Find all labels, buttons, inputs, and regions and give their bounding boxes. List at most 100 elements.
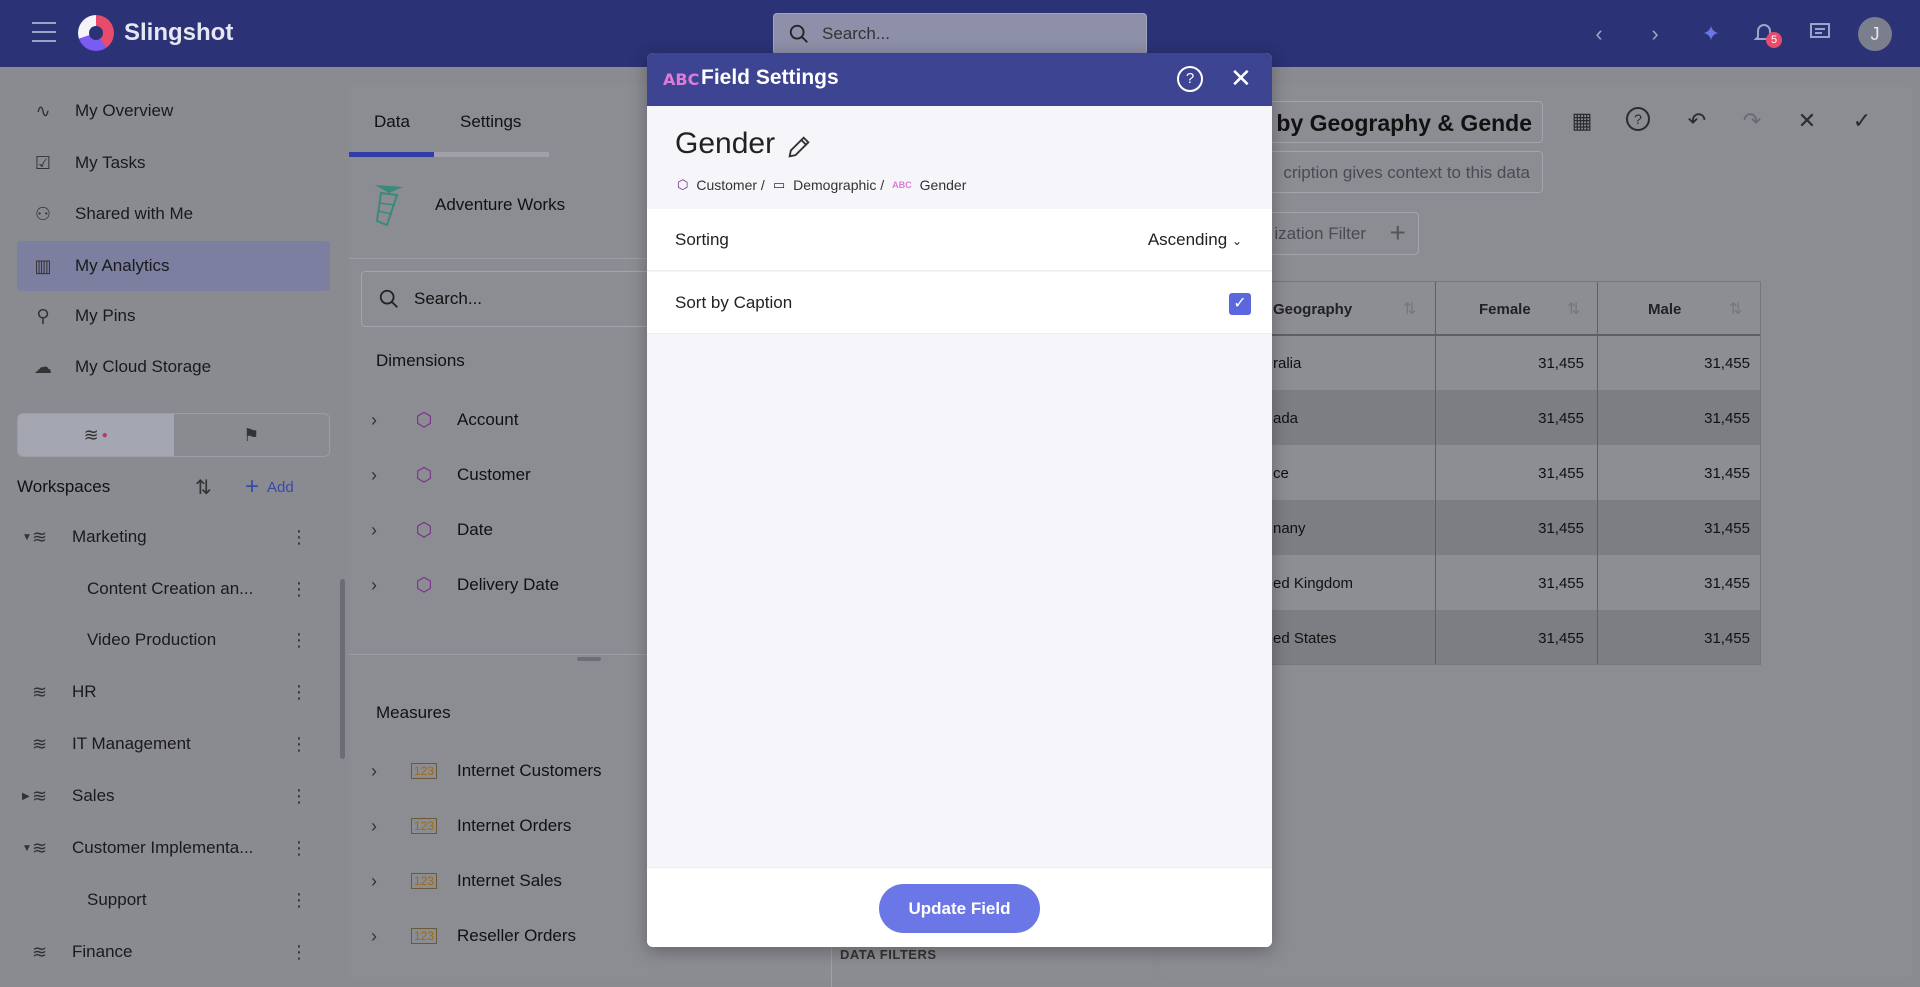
edit-pencil-icon[interactable] (785, 133, 813, 161)
nav-my-tasks[interactable]: ☑ My Tasks (17, 138, 330, 188)
app-logo[interactable]: Slingshot (78, 15, 233, 51)
number-icon: 123 (411, 928, 437, 944)
sort-icon[interactable]: ⇅ (1729, 299, 1742, 319)
plus-icon: + (1389, 217, 1406, 248)
chevron-right-icon[interactable]: › (371, 520, 395, 541)
notifications-bell-icon[interactable]: 5 (1750, 20, 1782, 48)
column-header-female[interactable]: Female (1479, 282, 1531, 336)
nav-shared-with-me[interactable]: ⚇ Shared with Me (17, 189, 330, 239)
active-tab-indicator (349, 152, 434, 157)
column-header-male[interactable]: Male (1648, 282, 1681, 336)
bookmarks-tab[interactable]: ⚑ (174, 414, 330, 456)
redo-icon[interactable]: ↷ (1737, 106, 1767, 136)
help-icon[interactable]: ? (1177, 66, 1203, 92)
cell-male: 31,455 (1704, 520, 1750, 537)
folder-icon: ▭ (772, 177, 786, 192)
more-options-icon[interactable]: ⋮ (290, 734, 308, 755)
data-source-icon (375, 185, 403, 227)
search-placeholder: Search... (414, 289, 483, 308)
measure-internet-customers[interactable]: › 123 Internet Customers (371, 749, 602, 793)
calendar-cube-icon: ⬡ (415, 519, 433, 541)
chevron-right-icon[interactable]: › (371, 761, 395, 782)
chevron-right-icon[interactable]: › (371, 816, 395, 837)
hamburger-menu-icon[interactable] (32, 22, 56, 44)
measure-reseller-orders[interactable]: › 123 Reseller Orders (371, 914, 576, 958)
more-options-icon[interactable]: ⋮ (290, 579, 308, 600)
more-options-icon[interactable]: ⋮ (290, 890, 308, 911)
workspaces-tab[interactable]: ≋ ● (18, 414, 174, 456)
workspace-hr[interactable]: ≋ HR ⋮ (0, 672, 320, 712)
more-options-icon[interactable]: ⋮ (290, 942, 308, 963)
dimension-account[interactable]: › ⬡ Account (371, 398, 518, 442)
close-icon[interactable]: ✕ (1230, 63, 1252, 94)
global-search-input[interactable]: Search... (773, 13, 1147, 55)
bar-chart-icon: ▥ (34, 255, 52, 276)
sort-by-caption-checkbox[interactable]: ✓ (1229, 293, 1251, 315)
sort-icon[interactable]: ⇅ (1567, 299, 1580, 319)
workspace-customer-implementation[interactable]: ▼ ≋ Customer Implementa... ⋮ (0, 828, 320, 868)
chevron-right-icon[interactable]: › (371, 410, 395, 431)
dimension-delivery-date[interactable]: › ⬡ Delivery Date (371, 563, 559, 607)
sorting-dropdown[interactable]: Ascending ⌄ (1148, 230, 1242, 250)
ai-sparkle-icon[interactable]: ✦ (1697, 20, 1725, 48)
workspace-content-creation[interactable]: Content Creation an... ⋮ (0, 569, 320, 609)
sort-icon[interactable]: ⇅ (195, 475, 212, 500)
more-options-icon[interactable]: ⋮ (290, 682, 308, 703)
column-header-geography[interactable]: Geography (1273, 282, 1352, 336)
workspace-finance[interactable]: ≋ Finance ⋮ (0, 932, 320, 972)
tab-settings[interactable]: Settings (460, 112, 521, 132)
nav-my-analytics[interactable]: ▥ My Analytics (17, 241, 330, 291)
cell-male: 31,455 (1704, 465, 1750, 482)
workspace-marketing[interactable]: ▼ ≋ Marketing ⋮ (0, 517, 320, 557)
add-workspace-button[interactable]: + Add (245, 473, 294, 501)
grid-view-icon[interactable]: ▦ (1567, 106, 1597, 136)
caret-down-icon[interactable]: ▼ (22, 532, 32, 543)
data-source-name: Adventure Works (435, 195, 566, 214)
measure-internet-sales[interactable]: › 123 Internet Sales (371, 859, 562, 903)
back-arrow-icon[interactable]: ‹ (1585, 20, 1613, 48)
forward-arrow-icon[interactable]: › (1641, 20, 1669, 48)
breadcrumb-gender: Gender (919, 177, 967, 193)
sort-icon[interactable]: ⇅ (1403, 299, 1416, 319)
undo-icon[interactable]: ↶ (1682, 106, 1712, 136)
measures-title: Measures (376, 703, 451, 722)
data-source[interactable]: Adventure Works (367, 181, 565, 229)
more-options-icon[interactable]: ⋮ (290, 630, 308, 651)
help-icon[interactable]: ? (1623, 106, 1653, 136)
workspace-sales[interactable]: ▶ ≋ Sales ⋮ (0, 776, 320, 816)
nav-my-pins[interactable]: ⚲ My Pins (17, 291, 330, 341)
more-options-icon[interactable]: ⋮ (290, 838, 308, 859)
confirm-check-icon[interactable]: ✓ (1847, 106, 1877, 136)
data-grid: Geography ⇅ Female ⇅ Male ⇅ ralia 31,455… (1200, 281, 1761, 665)
more-options-icon[interactable]: ⋮ (290, 786, 308, 807)
cell-female: 31,455 (1538, 410, 1584, 427)
more-options-icon[interactable]: ⋮ (290, 527, 308, 548)
user-avatar[interactable]: J (1858, 17, 1892, 51)
resize-handle[interactable] (577, 657, 601, 661)
bookmark-icon: ⚑ (243, 424, 260, 445)
cell-male: 31,455 (1704, 630, 1750, 647)
messages-icon[interactable] (1806, 20, 1834, 48)
workspace-it-management[interactable]: ≋ IT Management ⋮ (0, 724, 320, 764)
chevron-right-icon[interactable]: › (371, 926, 395, 947)
nav-my-overview[interactable]: ∿ My Overview (17, 86, 330, 136)
chevron-right-icon[interactable]: › (371, 575, 395, 596)
caret-right-icon[interactable]: ▶ (22, 791, 30, 802)
workspace-support[interactable]: Support ⋮ (0, 880, 320, 920)
chevron-right-icon[interactable]: › (371, 465, 395, 486)
workspaces-title: Workspaces (17, 477, 111, 496)
dimension-date[interactable]: › ⬡ Date (371, 508, 493, 552)
update-field-button[interactable]: Update Field (879, 884, 1040, 933)
cell-female: 31,455 (1538, 520, 1584, 537)
measure-internet-orders[interactable]: › 123 Internet Orders (371, 804, 571, 848)
close-icon[interactable]: ✕ (1792, 106, 1822, 136)
caret-down-icon[interactable]: ▼ (22, 843, 32, 854)
sidebar-scrollbar[interactable] (340, 579, 345, 759)
search-icon (789, 24, 808, 43)
workspace-video-production[interactable]: Video Production ⋮ (0, 620, 320, 660)
dimension-customer[interactable]: › ⬡ Customer (371, 453, 531, 497)
tab-data[interactable]: Data (374, 112, 410, 132)
sort-by-caption-row: Sort by Caption ✓ (647, 272, 1272, 334)
chevron-right-icon[interactable]: › (371, 871, 395, 892)
nav-my-cloud-storage[interactable]: ☁ My Cloud Storage (17, 342, 330, 392)
